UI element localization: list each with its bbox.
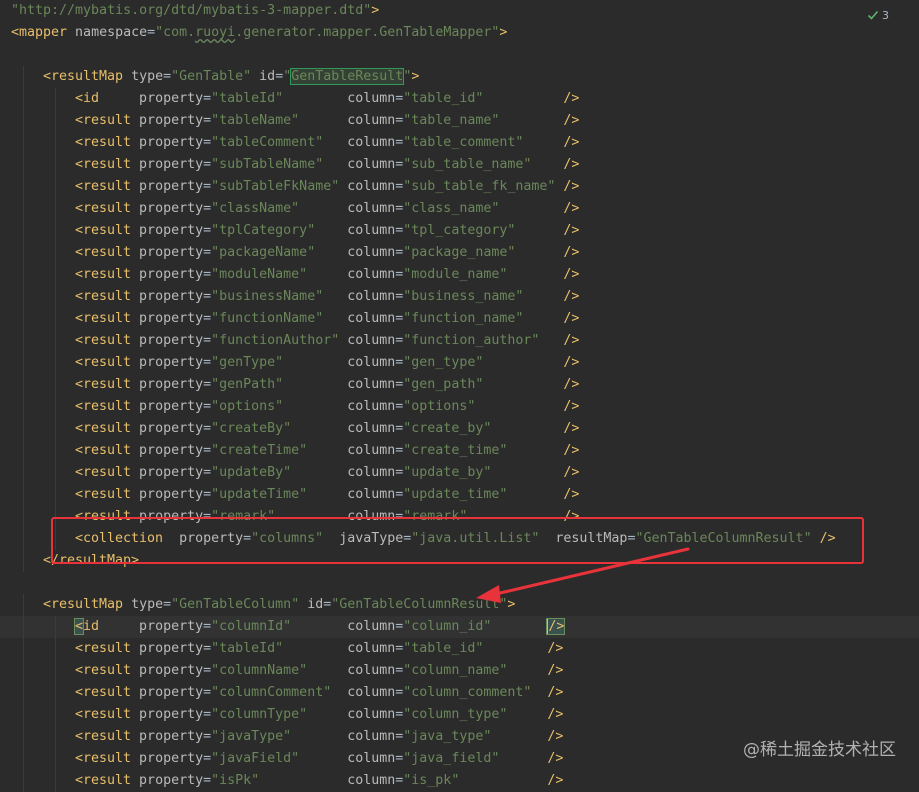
watermark: @稀土掘金技术社区 bbox=[743, 740, 896, 760]
annotation-arrow bbox=[476, 547, 690, 603]
